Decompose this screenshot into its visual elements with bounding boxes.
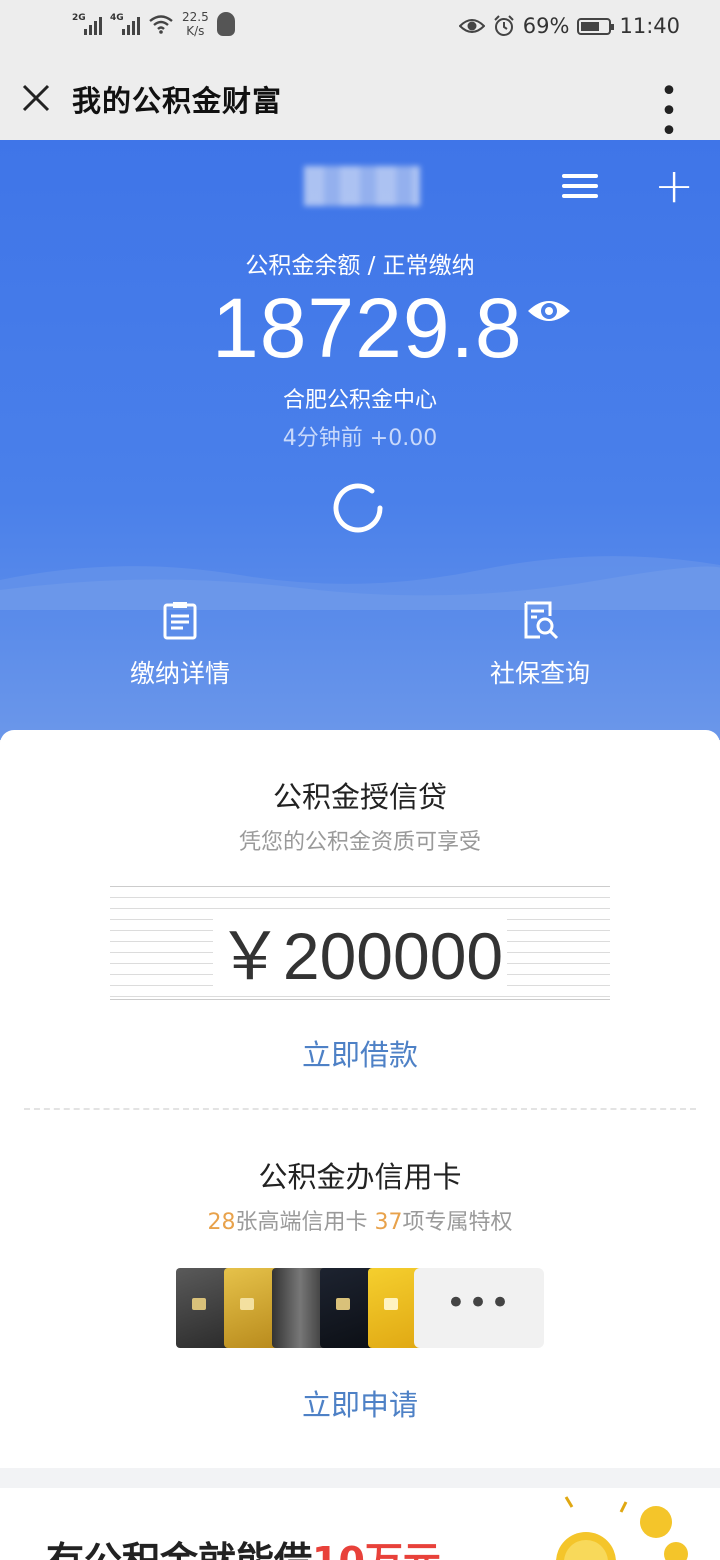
social-security-action[interactable]: 社保查询 (440, 600, 640, 690)
offers-card: 公积金授信贷 凭您的公积金资质可享受 ￥200000 立即借款 公积金办信用卡 … (0, 730, 720, 1468)
quick-actions: 缴纳详情 社保查询 (0, 570, 720, 740)
battery-percent: 69% (522, 14, 570, 38)
signal-2g-icon: 2G (72, 13, 102, 35)
apply-now-link[interactable]: 立即申请 (0, 1382, 720, 1424)
menu-icon[interactable] (560, 168, 600, 208)
signal-4g-label: 4G (110, 13, 124, 23)
loan-amount-value: ￥200000 (212, 919, 508, 993)
refresh-icon[interactable] (330, 478, 390, 538)
close-icon[interactable] (18, 80, 54, 116)
payment-details-label: 缴纳详情 (129, 659, 230, 688)
credit-card-subtitle: 28张高端信用卡 37项专属特权 (0, 1204, 720, 1236)
eye-comfort-icon (458, 19, 485, 33)
balance-label: 公积金余额 / 正常缴纳 (245, 253, 475, 279)
card-count-text: 张高端信用卡 (235, 1210, 375, 1235)
eye-icon[interactable] (526, 294, 572, 328)
wifi-icon (149, 15, 173, 34)
credit-card-thumbnails[interactable]: ••• (176, 1268, 546, 1348)
qq-icon (216, 12, 235, 36)
clock: 11:40 (619, 14, 680, 38)
speed-unit: K/s (186, 24, 205, 38)
more-cards-button[interactable]: ••• (414, 1268, 544, 1348)
banner-highlight: 10万元 (312, 1539, 441, 1560)
alarm-icon (494, 15, 514, 36)
balance-amount: 18729.8 (212, 281, 523, 375)
account-name-blurred (304, 166, 420, 206)
payment-details-action[interactable]: 缴纳详情 (80, 600, 280, 690)
clipboard-icon (163, 602, 197, 640)
loan-title: 公积金授信贷 (272, 780, 447, 814)
title-bar: 我的公积金财富 • • • (0, 56, 720, 147)
more-options-button[interactable]: • • • (650, 77, 690, 147)
social-security-label: 社保查询 (489, 659, 590, 688)
network-speed: 22.5 K/s (182, 10, 209, 38)
credit-card-title: 公积金办信用卡 (258, 1160, 462, 1194)
signal-4g-icon: 4G (110, 13, 140, 35)
document-search-icon (524, 601, 559, 640)
fund-center-name: 合肥公积金中心 (282, 388, 437, 413)
card-count: 28 (207, 1210, 236, 1235)
perk-count-text: 项专属特权 (402, 1210, 513, 1235)
update-info: 4分钟前 +0.00 (282, 426, 438, 451)
borrow-now-link[interactable]: 立即借款 (0, 1032, 720, 1074)
promo-banner[interactable]: 有公积金就能借10万元 (0, 1488, 720, 1560)
perk-count: 37 (374, 1210, 403, 1235)
loan-amount-box: ￥200000 (110, 886, 610, 1000)
add-button[interactable]: + (654, 162, 694, 210)
battery-icon (577, 17, 615, 35)
status-right: 69% 11:40 (458, 14, 680, 38)
balance-hero: + 公积金余额 / 正常缴纳 18729.8 合肥公积金中心 4分钟前 +0.0… (0, 140, 720, 740)
dashed-divider (24, 1108, 696, 1110)
coins-icon (556, 1496, 688, 1560)
speed-value: 22.5 (182, 10, 209, 24)
banner-prefix: 有公积金就能借 (46, 1539, 312, 1560)
status-bar: 2G 4G 22.5 K/s 69% 11:40 (0, 0, 720, 56)
banner-text: 有公积金就能借10万元 (46, 1530, 441, 1560)
page-title: 我的公积金财富 (72, 84, 283, 118)
status-left: 2G 4G 22.5 K/s (72, 10, 235, 38)
loan-amount: ￥200000 (110, 903, 610, 999)
loan-subtitle: 凭您的公积金资质可享受 (238, 830, 481, 855)
signal-2g-label: 2G (72, 13, 86, 23)
